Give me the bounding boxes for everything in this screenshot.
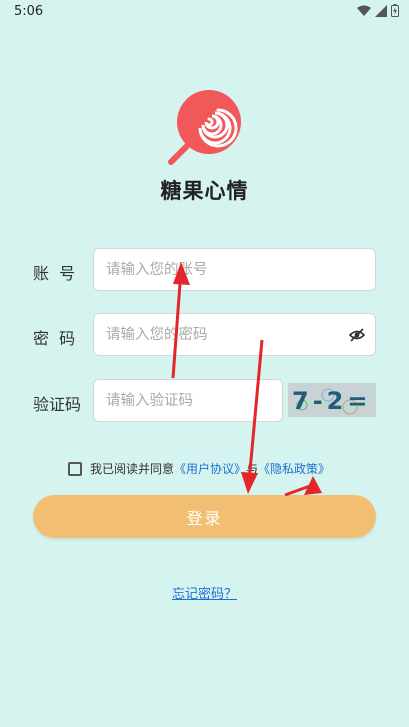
lollipop-logo-icon — [168, 90, 241, 165]
wifi-icon — [357, 5, 371, 16]
agreement-checkbox[interactable] — [68, 461, 82, 476]
account-input[interactable] — [94, 249, 375, 290]
password-field-box — [93, 313, 376, 356]
status-time: 5:06 — [14, 4, 44, 19]
privacy-policy-link[interactable]: 《隐私政策》 — [258, 460, 330, 477]
password-label: 密 码 — [33, 329, 76, 348]
status-bar: 5:06 — [0, 0, 409, 24]
agreement-row: 我已阅读并同意 《用户协议》 与 《隐私政策》 — [68, 460, 330, 477]
annotation-arrow — [284, 476, 322, 497]
captcha-text: 7-2= — [292, 387, 371, 415]
captcha-field-box — [93, 379, 283, 422]
app-title: 糖果心情 — [160, 179, 249, 203]
account-field-box — [93, 248, 376, 291]
captcha-image[interactable]: 7-2= — [288, 383, 376, 417]
battery-icon — [391, 4, 399, 17]
password-input[interactable] — [94, 314, 375, 355]
signal-icon — [375, 4, 387, 17]
agreement-prefix: 我已阅读并同意 — [90, 462, 175, 476]
captcha-label: 验证码 — [33, 395, 82, 414]
forgot-password-link[interactable]: 忘记密码？ — [172, 587, 237, 602]
login-button[interactable]: 登录 — [33, 495, 376, 538]
account-label: 账 号 — [33, 264, 76, 283]
user-agreement-link[interactable]: 《用户协议》 — [174, 460, 246, 477]
agreement-conjunction: 与 — [246, 462, 259, 476]
forgot-password-row: 忘记密码？ — [0, 583, 409, 602]
eye-hidden-icon[interactable] — [349, 327, 365, 343]
status-icons — [357, 4, 399, 17]
captcha-input[interactable] — [94, 380, 282, 421]
